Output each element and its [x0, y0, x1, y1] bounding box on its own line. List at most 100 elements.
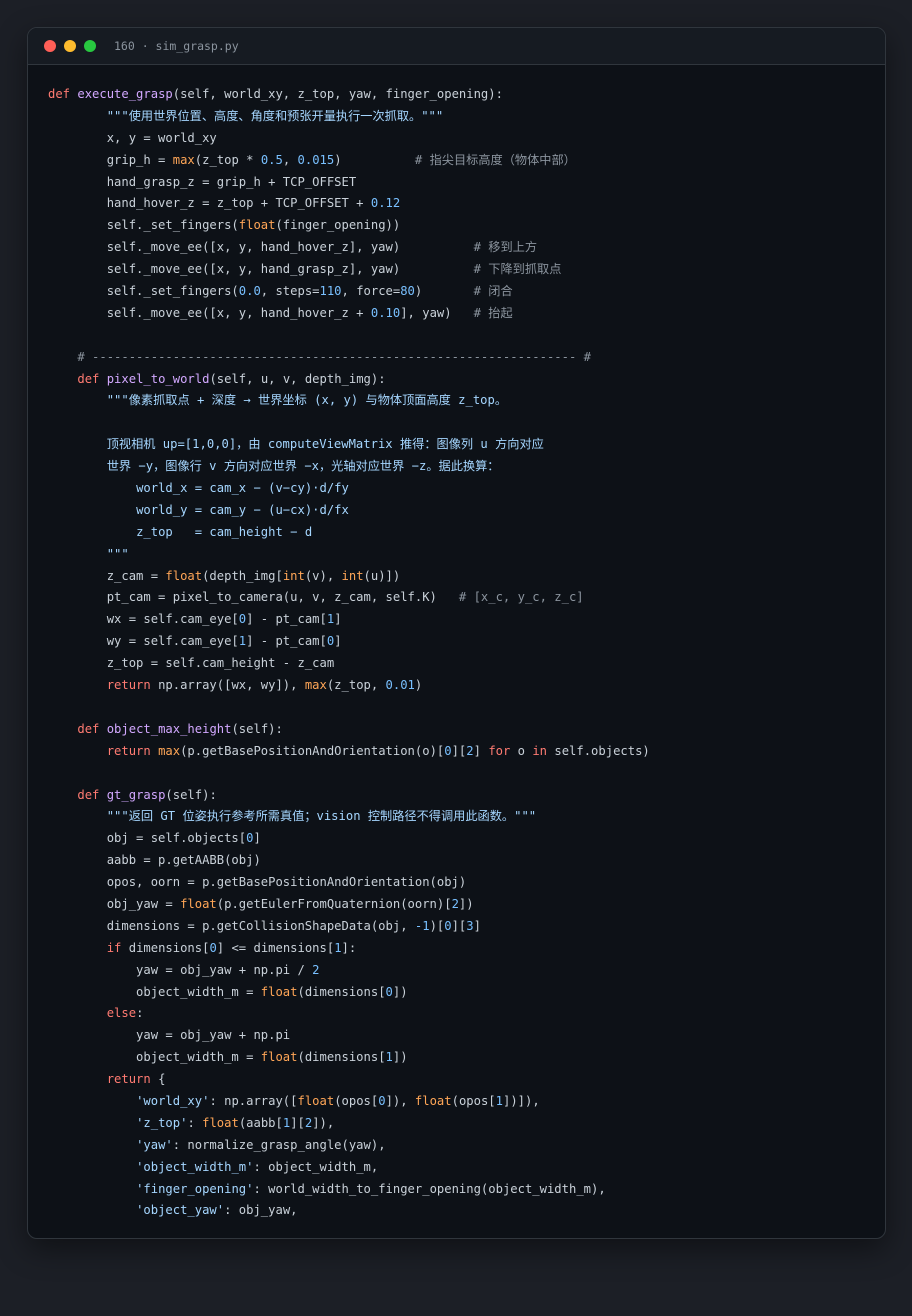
close-window-button[interactable] — [44, 40, 56, 52]
code-token: 'object_yaw' — [136, 1203, 225, 1218]
code-token: # 闭合 — [473, 284, 513, 299]
code-token: : object_width_m, — [253, 1159, 379, 1174]
code-token: hand_hover_z = z_top + TCP_OFFSET + — [48, 196, 371, 211]
code-token: (finger_opening)) — [275, 218, 401, 233]
code-token: 'object_width_m' — [136, 1159, 254, 1174]
code-line: def object_max_height(self): — [28, 719, 885, 741]
code-line: 'finger_opening': world_width_to_finger_… — [28, 1179, 885, 1201]
code-token: obj = self.objects[ — [48, 831, 247, 846]
code-token: # 移到上方 — [473, 240, 538, 255]
code-editor[interactable]: def execute_grasp(self, world_xy, z_top,… — [28, 84, 885, 1222]
code-token: world_x = cam_x − (v−cy)·d/fy — [136, 481, 349, 496]
code-token: in — [532, 743, 548, 758]
code-line: self._set_fingers(0.0, steps=110, force=… — [28, 281, 885, 303]
code-token: x, y = world_xy — [48, 130, 217, 145]
code-token: int — [282, 568, 305, 583]
code-line: self._set_fingers(float(finger_opening)) — [28, 215, 885, 237]
code-token: ] - pt_cam[ — [246, 612, 327, 627]
code-token: self._set_fingers( — [48, 284, 239, 299]
code-token: ]) — [458, 896, 474, 911]
code-token: object_width_m = — [48, 1050, 261, 1065]
code-token: max — [158, 743, 181, 758]
code-token: # 抬起 — [473, 305, 513, 320]
code-token: return — [106, 1072, 151, 1087]
code-token: : world_width_to_finger_opening(object_w… — [253, 1181, 606, 1196]
code-token: ] — [334, 634, 342, 649]
code-token: self._set_fingers( — [48, 218, 239, 233]
code-token: 1 — [495, 1093, 503, 1108]
code-token: 0.10 — [370, 305, 401, 320]
code-token: obj_yaw = — [48, 896, 181, 911]
code-token: (self, u, v, depth_img): — [209, 371, 386, 386]
code-token: dimensions = p.getCollisionShapeData(obj… — [48, 918, 415, 933]
minimize-window-button[interactable] — [64, 40, 76, 52]
code-token: ]), — [312, 1115, 335, 1130]
code-line: object_width_m = float(dimensions[1]) — [28, 1047, 885, 1069]
maximize-window-button[interactable] — [84, 40, 96, 52]
code-token: return — [106, 678, 151, 693]
code-token: ) — [334, 152, 415, 167]
code-token: o — [510, 743, 533, 758]
code-token: for — [488, 743, 511, 758]
code-token: ]: — [341, 940, 357, 955]
code-token: float — [260, 984, 298, 999]
code-token: 2 — [312, 962, 320, 977]
code-line: object_width_m = float(dimensions[0]) — [28, 982, 885, 1004]
code-token: np.array([wx, wy]), — [150, 678, 305, 693]
code-token: max — [172, 152, 195, 167]
code-token: ] — [253, 831, 261, 846]
code-token: (depth_img[ — [202, 568, 283, 583]
code-token: 0 — [378, 1093, 386, 1108]
code-line: dimensions = p.getCollisionShapeData(obj… — [28, 916, 885, 938]
code-token: """ — [106, 546, 129, 561]
window-titlebar: 160 · sim_grasp.py — [28, 28, 885, 65]
code-line: world_x = cam_x − (v−cy)·d/fy — [28, 478, 885, 500]
code-line: return np.array([wx, wy]), max(z_top, 0.… — [28, 675, 885, 697]
code-token: ][ — [451, 918, 467, 933]
code-token: hand_grasp_z = grip_h + TCP_OFFSET — [48, 174, 357, 189]
code-token: ] - pt_cam[ — [246, 634, 327, 649]
code-token: : np.array([ — [209, 1093, 298, 1108]
code-token: 3 — [466, 918, 474, 933]
code-token: float — [238, 218, 276, 233]
code-token: (dimensions[ — [297, 1050, 386, 1065]
code-line: pt_cam = pixel_to_camera(u, v, z_cam, se… — [28, 587, 885, 609]
code-token: (opos[ — [451, 1093, 496, 1108]
code-token: object_max_height — [106, 721, 232, 736]
code-token: 1 — [334, 940, 342, 955]
code-line: obj = self.objects[0] — [28, 828, 885, 850]
code-token: (self): — [231, 721, 283, 736]
window-title: 160 · sim_grasp.py — [114, 39, 239, 53]
code-line: yaw = obj_yaw + np.pi — [28, 1025, 885, 1047]
code-line: wx = self.cam_eye[0] - pt_cam[1] — [28, 609, 885, 631]
code-token: 0.5 — [260, 152, 283, 167]
code-token: world_y = cam_y − (u−cx)·d/fx — [136, 502, 349, 517]
code-token: def — [77, 787, 100, 802]
code-token: : — [136, 1006, 144, 1021]
code-token: (aabb[ — [238, 1115, 283, 1130]
code-token: float — [202, 1115, 239, 1130]
code-line: return max(p.getBasePositionAndOrientati… — [28, 741, 885, 763]
code-token: 顶视相机 up=[1,0,0]，由 computeViewMatrix 推得：图… — [106, 437, 544, 452]
code-token: else — [106, 1006, 137, 1021]
code-line: aabb = p.getAABB(obj) — [28, 850, 885, 872]
code-line: """像素抓取点 + 深度 → 世界坐标 (x, y) 与物体顶面高度 z_to… — [28, 390, 885, 412]
code-token: ]), — [385, 1093, 415, 1108]
code-token: , force= — [341, 284, 401, 299]
code-line: x, y = world_xy — [28, 128, 885, 150]
code-token: float — [180, 896, 217, 911]
code-token: z_top = self.cam_height - z_cam — [48, 656, 335, 671]
